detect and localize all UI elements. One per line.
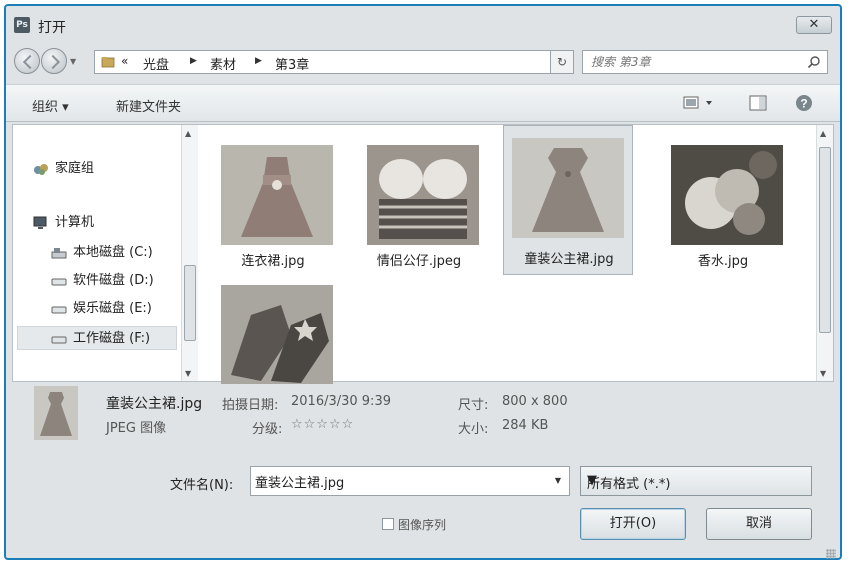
navigation-pane: 家庭组 计算机 本地磁盘 (C:) 软件磁盘 (D:) 娱乐磁盘 (E:) 工作… [13,125,199,381]
sidebar-item-drive-c[interactable]: 本地磁盘 (C:) [25,241,195,265]
sidebar-item-computer[interactable]: 计算机 [25,211,195,235]
scrollbar-thumb[interactable] [819,147,831,333]
sidebar-item-label: 家庭组 [55,161,95,176]
size-label: 大小: [458,422,489,437]
details-pane: 童装公主裙.jpg JPEG 图像 拍摄日期: 2016/3/30 9:39 分… [12,384,838,444]
file-thumbnail [221,145,333,245]
change-view-icon[interactable] [682,93,716,113]
filename-dropdown-icon[interactable]: ▼ [555,476,561,485]
search-icon[interactable] [807,55,821,69]
sidebar-item-label: 计算机 [55,215,95,230]
svg-text:?: ? [800,97,807,111]
refresh-button[interactable]: ↻ [550,50,574,74]
close-button[interactable]: ✕ [796,16,832,34]
cancel-button[interactable]: 取消 [706,508,812,540]
image-sequence-checkbox[interactable] [382,518,394,530]
search-input[interactable] [591,54,791,70]
sidebar-item-drive-f[interactable]: 工作磁盘 (F:) [17,326,177,350]
sidebar-item-label: 工作磁盘 (F:) [73,331,151,346]
file-item[interactable]: 连衣裙.jpg [211,135,335,277]
file-item-selected[interactable]: 童装公主裙.jpg [503,125,633,275]
navigation-bar: ▼ « 光盘 ▶ 素材 ▶ 第3章 ▼ ↻ [6,44,840,80]
details-file-type: JPEG 图像 [106,421,167,436]
drive-icon [51,336,67,344]
photoshop-app-icon: Ps [14,17,30,33]
file-thumbnail [671,145,783,245]
file-list: 连衣裙.jpg 情侣公仔.jpeg 童装公主裙.jpg 香水.jpg [203,125,815,385]
open-button[interactable]: 打开(O) [580,508,686,540]
file-name: 情侣公仔.jpeg [376,254,462,269]
folder-icon [101,57,115,68]
file-thumbnail [221,285,333,385]
filename-input[interactable] [255,472,535,490]
forward-button[interactable] [41,48,67,74]
file-list-scrollbar[interactable]: ▲ ▼ [816,125,833,381]
back-button[interactable] [14,48,40,74]
sidebar-item-drive-e[interactable]: 娱乐磁盘 (E:) [25,297,195,321]
computer-icon [33,216,47,229]
scroll-up-icon[interactable]: ▲ [820,129,826,138]
breadcrumb-separator-icon[interactable]: ▶ [255,56,262,66]
image-sequence-label: 图像序列 [398,518,447,532]
sidebar-item-label: 娱乐磁盘 (E:) [73,301,152,316]
breadcrumb-separator-icon[interactable]: ▶ [190,56,197,66]
breadcrumb-item[interactable]: 光盘 [143,54,169,73]
system-drive-icon [51,248,67,259]
address-bar[interactable]: « 光盘 ▶ 素材 ▶ 第3章 ▼ [94,50,572,74]
image-sequence-option[interactable]: 图像序列 [382,516,446,533]
date-taken-label: 拍摄日期: [222,398,279,413]
organize-menu-button[interactable]: 组织 ▾ [32,96,69,115]
dialog-title: 打开 [38,20,66,36]
details-file-name: 童装公主裙.jpg [106,396,203,412]
recent-locations-chevron-icon[interactable]: ▼ [70,57,76,66]
breadcrumb-item[interactable]: 第3章 [275,54,309,73]
homegroup-icon [34,164,48,175]
file-name: 连衣裙.jpg [241,254,305,269]
preview-thumbnail [34,386,78,440]
file-thumbnail [512,138,624,238]
file-type-select[interactable]: 所有格式 (*.*) ▼ [580,466,812,496]
rating-label: 分级: [252,422,283,437]
scroll-down-icon[interactable]: ▼ [820,369,826,378]
drive-icon [51,306,67,314]
sidebar-scrollbar[interactable]: ▲ ▼ [181,125,198,381]
new-folder-button[interactable]: 新建文件夹 [116,96,181,115]
title-bar: Ps 打开 ✕ [6,6,840,42]
sidebar-item-label: 本地磁盘 (C:) [73,245,153,260]
rating-stars[interactable]: ☆☆☆☆☆ [291,417,354,432]
scroll-down-icon[interactable]: ▼ [185,369,191,378]
preview-pane-icon[interactable] [748,93,768,113]
scrollbar-thumb[interactable] [184,265,196,341]
sidebar-item-drive-d[interactable]: 软件磁盘 (D:) [25,269,195,293]
sidebar-item-homegroup[interactable]: 家庭组 [25,157,195,181]
breadcrumb-overflow-chevron[interactable]: « [121,54,128,68]
search-box [582,50,828,74]
file-name: 香水.jpg [697,254,749,269]
breadcrumb-item[interactable]: 素材 [210,54,236,73]
date-taken-value: 2016/3/30 9:39 [291,394,391,409]
dimensions-label: 尺寸: [458,398,489,413]
content-area: 家庭组 计算机 本地磁盘 (C:) 软件磁盘 (D:) 娱乐磁盘 (E:) 工作… [12,124,834,385]
size-value: 284 KB [502,418,549,433]
dialog-footer: 文件名(N): ▼ 所有格式 (*.*) ▼ 图像序列 打开(O) 取消 [6,446,840,562]
dimensions-value: 800 x 800 [502,394,568,409]
filename-combobox: ▼ [250,466,570,496]
file-item[interactable] [211,275,335,385]
resize-grip[interactable] [826,549,836,559]
command-toolbar: 组织 ▾ 新建文件夹 ? [6,84,840,122]
file-thumbnail [367,145,479,245]
sidebar-item-label: 软件磁盘 (D:) [73,273,154,288]
filename-label: 文件名(N): [170,478,234,493]
file-name: 童装公主裙.jpg [524,252,614,267]
scroll-up-icon[interactable]: ▲ [185,129,191,138]
file-item[interactable]: 情侣公仔.jpeg [357,135,481,277]
open-dialog: Ps 打开 ✕ ▼ « 光盘 ▶ 素材 ▶ 第3章 ▼ ↻ [4,4,842,560]
drive-icon [51,278,67,286]
file-item[interactable]: 香水.jpg [661,135,785,277]
chevron-down-icon: ▼ [587,473,597,488]
help-icon[interactable]: ? [794,93,814,113]
